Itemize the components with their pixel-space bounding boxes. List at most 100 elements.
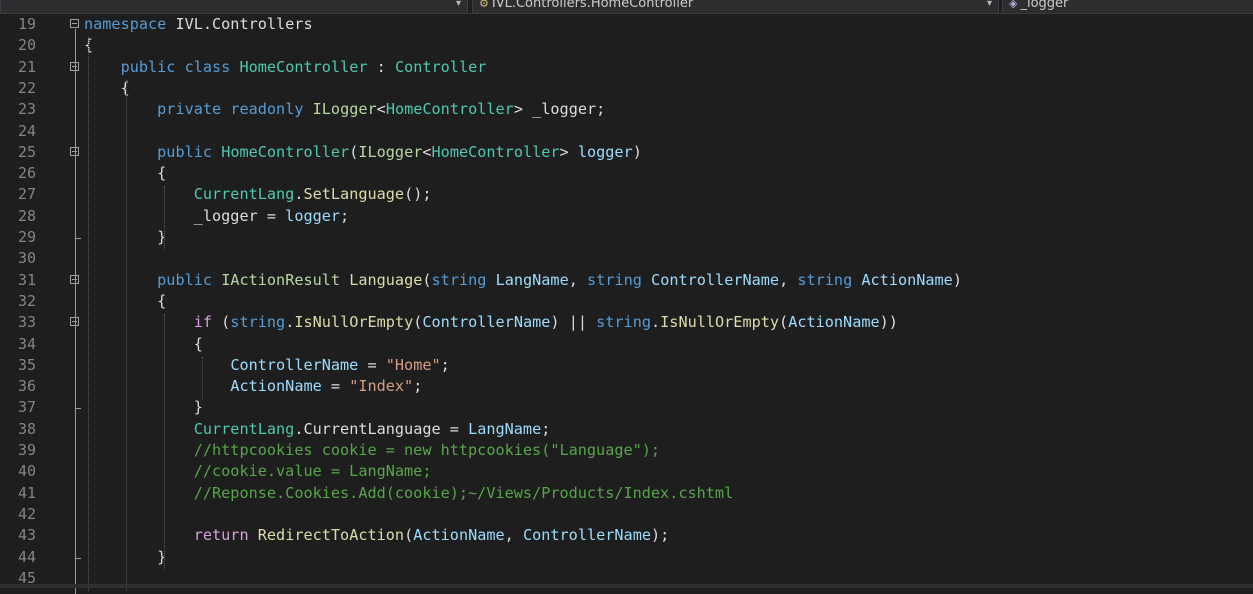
line-number: 42: [17, 504, 36, 523]
code-token: ActionName: [861, 270, 953, 289]
code-line[interactable]: 44 }: [0, 547, 1253, 568]
code-line[interactable]: 20{: [0, 35, 1253, 56]
class-icon: ⚙: [479, 0, 489, 10]
line-number: 32: [17, 291, 36, 310]
code-line[interactable]: 29 }: [0, 227, 1253, 248]
project-dropdown[interactable]: ▾: [0, 0, 468, 13]
line-number: 43: [17, 526, 36, 545]
code-line[interactable]: 23 private readonly ILogger<HomeControll…: [0, 99, 1253, 120]
code-token: string: [431, 270, 487, 289]
code-line[interactable]: 27 CurrentLang.SetLanguage();: [0, 184, 1253, 205]
indent-guide: [164, 186, 165, 251]
line-number: 31: [17, 270, 36, 289]
code-line[interactable]: 43 return RedirectToAction(ActionName, C…: [0, 525, 1253, 546]
code-token: ControllerName: [422, 313, 551, 332]
line-number: 21: [17, 57, 36, 76]
line-number: 41: [17, 483, 36, 502]
outline-bar: [75, 327, 76, 403]
member-dropdown[interactable]: ◈ _logger: [1002, 0, 1253, 13]
code-line[interactable]: 34 {: [0, 334, 1253, 355]
code-token: return: [193, 526, 249, 545]
horizontal-scrollbar[interactable]: [0, 584, 1253, 588]
code-line[interactable]: 25 public HomeController(ILogger<HomeCon…: [0, 142, 1253, 163]
code-line[interactable]: 21 public class HomeController : Control…: [0, 57, 1253, 78]
code-token: public: [120, 57, 176, 76]
outline-end-tick: [75, 408, 81, 410]
code-line[interactable]: 36 ActionName = "Index";: [0, 376, 1253, 397]
code-token: HomeController: [221, 142, 350, 161]
navigation-bar: ▾ ⚙ IVL.Controllers.HomeController ▾ ◈ _lo…: [0, 0, 1253, 14]
code-line[interactable]: 32 {: [0, 291, 1253, 312]
line-number: 23: [17, 100, 36, 119]
line-number: 35: [17, 355, 36, 374]
code-line[interactable]: 42: [0, 504, 1253, 525]
code-token: //httpcookies cookie = new httpcookies("…: [193, 441, 661, 459]
code-token: (: [422, 270, 432, 289]
code-text: ActionName = "Index";: [84, 376, 422, 397]
code-token: logger: [285, 206, 341, 225]
code-line[interactable]: 38 CurrentLang.CurrentLanguage = LangNam…: [0, 419, 1253, 440]
code-line[interactable]: 41 //Reponse.Cookies.Add(cookie);~/Views…: [0, 483, 1253, 504]
code-token: ActionName: [788, 313, 880, 332]
code-token: string: [230, 313, 286, 332]
code-text: ControllerName = "Home";: [84, 355, 449, 376]
code-token: IsNullOrEmpty: [294, 313, 414, 332]
code-token: HomeController: [431, 142, 560, 161]
code-line[interactable]: 26 {: [0, 163, 1253, 184]
code-text: public HomeController(ILogger<HomeContro…: [84, 142, 642, 163]
code-token: _logger =: [84, 206, 286, 225]
code-text: namespace IVL.Controllers: [84, 14, 313, 35]
code-token: IVL.Controllers: [166, 15, 313, 33]
code-line[interactable]: 39 //httpcookies cookie = new httpcookie…: [0, 440, 1253, 461]
code-token: {: [84, 78, 130, 97]
code-editor[interactable]: 19 namespace IVL.Controllers 20{21 public …: [0, 14, 1253, 594]
code-token: <: [422, 142, 432, 161]
class-dropdown-label: IVL.Controllers.HomeController: [491, 0, 694, 11]
code-token: <: [376, 100, 386, 119]
line-number: 33: [17, 313, 36, 332]
code-line[interactable]: 40 //cookie.value = LangName;: [0, 461, 1253, 482]
code-token: ();: [404, 185, 432, 204]
code-line[interactable]: 35 ControllerName = "Home";: [0, 355, 1253, 376]
code-token: ) ||: [550, 313, 597, 332]
code-token: (: [349, 142, 359, 161]
chevron-down-icon[interactable]: ▾: [987, 0, 992, 13]
code-line[interactable]: 19 namespace IVL.Controllers: [0, 14, 1253, 35]
code-token: ): [952, 270, 962, 289]
code-token: );: [650, 526, 670, 545]
line-number: 22: [17, 78, 36, 97]
code-token: string: [587, 270, 642, 289]
code-token: ): [632, 142, 642, 161]
line-number: 29: [17, 228, 36, 246]
code-line[interactable]: 37 }: [0, 397, 1253, 418]
class-dropdown[interactable]: ⚙ IVL.Controllers.HomeController ▾: [472, 0, 999, 13]
code-token: IActionResult: [221, 270, 341, 289]
code-token: class: [184, 57, 231, 76]
line-number: 28: [17, 206, 36, 225]
indent-guide: [126, 79, 127, 592]
collapse-toggle-icon[interactable]: [70, 19, 79, 28]
chevron-down-icon[interactable]: ▾: [456, 0, 461, 13]
code-line[interactable]: 24: [0, 121, 1253, 142]
code-token: ,: [504, 526, 523, 545]
code-line[interactable]: 33 if (string.IsNullOrEmpty(ControllerNa…: [0, 312, 1253, 333]
code-token: ILogger: [312, 100, 377, 119]
code-token: ,: [779, 270, 798, 289]
code-line[interactable]: 30: [0, 248, 1253, 269]
code-line[interactable]: 22 {: [0, 78, 1253, 99]
line-number: 27: [17, 185, 36, 204]
outline-bar: [75, 284, 76, 552]
line-number: 30: [17, 249, 36, 268]
code-line[interactable]: 28 _logger = logger;: [0, 206, 1253, 227]
code-token: HomeController: [239, 57, 368, 76]
line-number: 20: [17, 36, 36, 55]
code-line[interactable]: 31 public IActionResult Language(string …: [0, 270, 1253, 291]
